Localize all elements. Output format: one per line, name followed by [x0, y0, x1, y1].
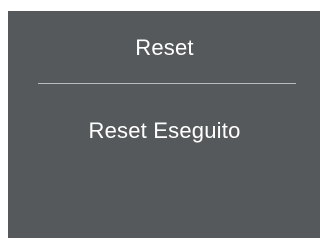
- title-divider: [38, 83, 296, 84]
- screen: Reset Reset Eseguito: [0, 0, 320, 241]
- dialog-title: Reset: [135, 35, 194, 60]
- reset-status-message: Reset Eseguito: [88, 118, 241, 143]
- reset-dialog: Reset Reset Eseguito: [8, 11, 320, 238]
